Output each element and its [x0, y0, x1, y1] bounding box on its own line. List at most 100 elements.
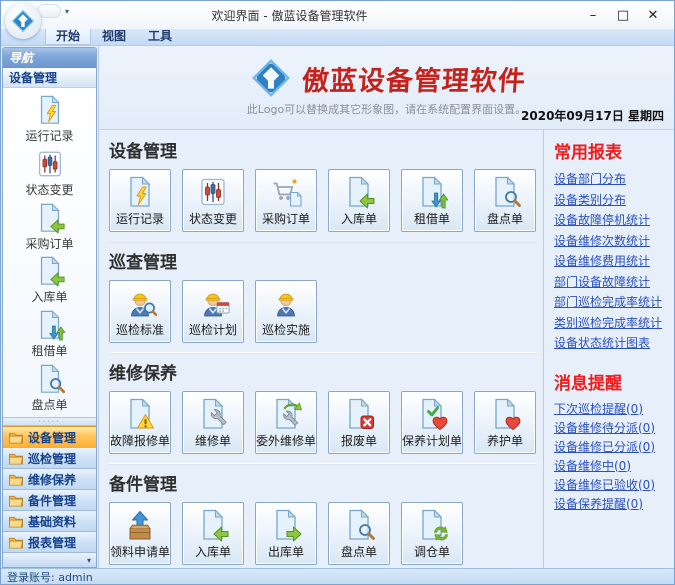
action-button[interactable]: 巡检计划: [182, 280, 244, 343]
action-button-label: 巡检计划: [189, 321, 237, 338]
folder-icon: [8, 430, 24, 445]
sidebar-item[interactable]: 采购订单: [3, 202, 96, 256]
sidebar-item[interactable]: 入库单: [3, 255, 96, 309]
login-account-label: 登录账号: admin: [7, 569, 93, 585]
report-link[interactable]: 设备维修次数统计: [554, 231, 668, 252]
section-button-row: 运行记录 状态变更采购订单 入库单 租借单盘点单: [109, 169, 537, 232]
message-link[interactable]: 设备维修待分派(0): [554, 419, 668, 438]
sidebar-item-label: 采购订单: [25, 235, 73, 252]
sidebar-module-button[interactable]: 基础资料: [3, 510, 96, 531]
action-button-label: 保养计划单: [402, 432, 462, 449]
sidebar-module-label: 巡检管理: [28, 450, 76, 467]
navigation-sidebar: 导航 设备管理 运行记录状态变更采购订单入库单租借单盘点单 ····· 设备管理…: [2, 47, 97, 568]
action-button-label: 入库单: [341, 210, 377, 227]
action-button[interactable]: 巡检标准: [109, 280, 171, 343]
message-link[interactable]: 设备保养提醒(0): [554, 495, 668, 514]
report-link[interactable]: 部门设备故障统计: [554, 272, 668, 293]
close-button[interactable]: ✕: [638, 4, 668, 26]
shortcut-section: 维修保养故障报修单维修单委外维修单报废单保养计划单养护单: [109, 353, 537, 464]
messages-panel-title: 消息提醒: [554, 369, 668, 394]
section-title: 巡查管理: [109, 248, 537, 273]
report-link[interactable]: 设备部门分布: [554, 169, 668, 190]
message-link[interactable]: 设备维修中(0): [554, 457, 668, 476]
quick-access-toolbar[interactable]: [37, 4, 61, 18]
sidebar-module-label: 报表管理: [28, 534, 76, 551]
doc-check-heart-icon: [415, 397, 449, 431]
action-button[interactable]: 养护单: [474, 391, 536, 454]
doc-arrows-updown-icon: [415, 175, 449, 209]
doc-out-wrench-icon: [269, 397, 303, 431]
sidebar-item[interactable]: 状态变更: [3, 148, 96, 202]
shortcut-section: 设备管理运行记录状态变更采购订单入库单租借单盘点单: [109, 132, 537, 242]
action-button[interactable]: 盘点单: [474, 169, 536, 232]
report-link[interactable]: 设备状态统计图表: [554, 333, 668, 354]
minimize-button[interactable]: –: [578, 4, 608, 26]
action-button[interactable]: 运行记录: [109, 169, 171, 232]
sidebar-splitter[interactable]: ·····: [3, 417, 96, 426]
action-button[interactable]: 租借单: [401, 169, 463, 232]
sidebar-module-button[interactable]: 备件管理: [3, 489, 96, 510]
sliders-icon: [34, 148, 66, 180]
section-button-row: 故障报修单维修单委外维修单报废单 保养计划单 养护单: [109, 391, 537, 454]
folder-icon: [8, 514, 24, 529]
report-link[interactable]: 设备故障停机统计: [554, 210, 668, 231]
action-button[interactable]: 入库单: [182, 502, 244, 565]
action-button[interactable]: 采购订单: [255, 169, 317, 232]
current-date: 2020年09月17日 星期四: [521, 107, 664, 124]
action-button[interactable]: 状态变更: [182, 169, 244, 232]
action-button-label: 养护单: [487, 432, 523, 449]
maximize-button[interactable]: □: [608, 4, 638, 26]
action-button[interactable]: 维修单: [182, 391, 244, 454]
action-button[interactable]: 委外维修单: [255, 391, 317, 454]
action-button[interactable]: 入库单: [328, 169, 390, 232]
doc-search-icon: [34, 363, 66, 395]
message-link[interactable]: 设备维修已分派(0): [554, 438, 668, 457]
action-button-label: 运行记录: [116, 210, 164, 227]
welcome-header: 傲蓝设备管理软件 此Logo可以替换成其它形象图，请在系统配置界面设置。 202…: [99, 46, 674, 130]
action-button-label: 巡检标准: [116, 321, 164, 338]
action-button[interactable]: 调仓单: [401, 502, 463, 565]
sidebar-module-button[interactable]: 设备管理: [3, 426, 96, 447]
sidebar-module-button[interactable]: 报表管理: [3, 531, 96, 552]
sidebar-item[interactable]: 盘点单: [3, 363, 96, 417]
action-button[interactable]: 报废单: [328, 391, 390, 454]
quick-access-dropdown-icon[interactable]: ▾: [65, 7, 69, 16]
sidebar-overflow-button[interactable]: ▾: [3, 552, 96, 567]
report-link[interactable]: 类别巡检完成率统计: [554, 313, 668, 334]
doc-arrows-updown-icon: [34, 309, 66, 341]
report-link[interactable]: 设备类别分布: [554, 190, 668, 211]
message-link[interactable]: 下次巡检提醒(0): [554, 400, 668, 419]
inbox-up-icon: [123, 508, 157, 542]
action-button-label: 故障报修单: [110, 432, 170, 449]
action-button-label: 报废单: [341, 432, 377, 449]
report-link-list: 设备部门分布设备类别分布设备故障停机统计设备维修次数统计设备维修费用统计部门设备…: [554, 169, 668, 354]
action-button[interactable]: 盘点单: [328, 502, 390, 565]
sidebar-module-label: 备件管理: [28, 492, 76, 509]
section-title: 备件管理: [109, 470, 537, 495]
worker-icon: [269, 286, 303, 320]
sidebar-module-label: 维修保养: [28, 471, 76, 488]
action-button[interactable]: 出库单: [255, 502, 317, 565]
action-button[interactable]: 故障报修单: [109, 391, 171, 454]
sidebar-item-label: 租借单: [31, 342, 67, 359]
sidebar-module-button[interactable]: 维修保养: [3, 468, 96, 489]
sidebar-module-list: 设备管理巡检管理维修保养备件管理基础资料报表管理: [3, 426, 96, 552]
doc-lightning-icon: [34, 94, 66, 126]
app-logo-icon[interactable]: [5, 3, 41, 39]
report-link[interactable]: 部门巡检完成率统计: [554, 292, 668, 313]
nav-group-header[interactable]: 设备管理: [3, 68, 96, 88]
action-button[interactable]: 领料申请单: [109, 502, 171, 565]
report-link[interactable]: 设备维修费用统计: [554, 251, 668, 272]
action-button[interactable]: 保养计划单: [401, 391, 463, 454]
action-button[interactable]: 巡检实施: [255, 280, 317, 343]
sidebar-item[interactable]: 运行记录: [3, 94, 96, 148]
message-link[interactable]: 设备维修已验收(0): [554, 476, 668, 495]
status-bar: 登录账号: admin: [1, 568, 674, 584]
doc-lightning-icon: [123, 175, 157, 209]
doc-arrow-in-icon: [34, 255, 66, 287]
sidebar-item[interactable]: 租借单: [3, 309, 96, 363]
sidebar-module-button[interactable]: 巡检管理: [3, 447, 96, 468]
folder-icon: [8, 451, 24, 466]
cart-doc-icon: [269, 175, 303, 209]
action-button-label: 采购订单: [262, 210, 310, 227]
